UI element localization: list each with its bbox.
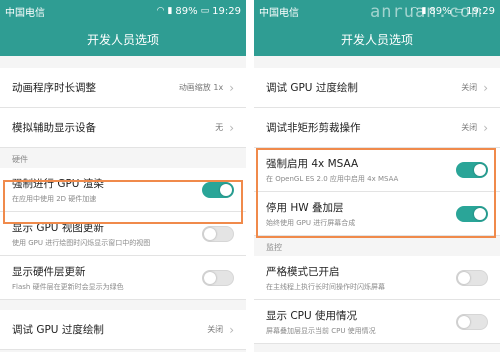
setting-force-4x-msaa[interactable]: 强制启用 4x MSAA 在 OpenGL ES 2.0 应用中启用 4x MS… [254,148,500,192]
setting-subtitle: 在 OpenGL ES 2.0 应用中启用 4x MSAA [266,174,399,183]
setting-force-gpu-rendering[interactable]: 强制进行 GPU 渲染 在应用中使用 2D 硬件加速 [0,168,246,212]
setting-value: 关闭 [207,325,224,334]
toggle-knob [474,207,486,220]
setting-show-gpu-view-updates[interactable]: 显示 GPU 视图更新 使用 GPU 进行绘图时闪烁显示窗口中的视图 [0,212,246,256]
setting-animator-duration[interactable]: 动画程序时长调整 动画缩放 1x › [0,68,246,108]
setting-debug-gpu-overdraw[interactable]: 调试 GPU 过度绘制 关闭 › [254,68,500,108]
toggle-switch[interactable] [456,205,488,222]
settings-list: 调试 GPU 过度绘制 关闭 › 调试非矩形剪裁操作 关闭 › 强制启用 4x … [254,68,500,236]
left-phone-screen: 中国电信 ◠ ▮ 89% ▭ 19:29 开发人员选项 动画程序时长调整 动画缩… [0,0,246,352]
setting-texts: 调试非矩形剪裁操作 [266,120,461,135]
setting-debug-nonrect-clip[interactable]: 调试非矩形剪裁操作 关闭 › [254,108,500,148]
right-phone-screen: 中国电信 ◠ ▮ 89% ▭ 19:29 开发人员选项 调试 GPU 过度绘制 … [254,0,500,352]
setting-value: 无 [215,123,224,132]
site-watermark: anruan.com [370,2,483,22]
setting-title: 动画程序时长调整 [12,82,96,94]
battery-icon: ▭ [200,6,210,16]
chevron-right-icon: › [483,120,488,135]
settings-list: 强制进行 GPU 渲染 在应用中使用 2D 硬件加速 显示 GPU 视图更新 使… [0,168,246,300]
app-bar: 开发人员选项 [254,22,500,56]
toggle-switch[interactable] [456,269,488,286]
page-title: 开发人员选项 [86,32,159,47]
toggle-switch[interactable] [456,161,488,178]
carrier-label: 中国电信 [5,7,45,19]
chevron-right-icon: › [229,80,234,95]
setting-texts: 模拟辅助显示设备 [12,120,215,135]
app-bar: 开发人员选项 [0,22,246,56]
setting-title: 显示硬件层更新 [12,265,86,278]
setting-title: 强制启用 4x MSAA [266,157,359,170]
setting-texts: 调试 GPU 过度绘制 [12,322,207,337]
battery-percent: 89% [175,5,198,17]
setting-texts: 显示 GPU 视图更新 使用 GPU 进行绘图时闪烁显示窗口中的视图 [12,220,202,248]
setting-texts: 动画程序时长调整 [12,80,179,95]
setting-title: 停用 HW 叠加层 [266,201,344,214]
screenshot-composite: 中国电信 ◠ ▮ 89% ▭ 19:29 开发人员选项 动画程序时长调整 动画缩… [0,0,500,352]
setting-strict-mode[interactable]: 严格模式已开启 在主线程上执行长时间操作时闪烁屏幕 [254,256,500,300]
toggle-knob [458,315,470,328]
section-header-hardware: 硬件 [0,148,246,168]
setting-title: 显示 GPU 视图更新 [12,221,104,234]
setting-debug-gpu-overdraw[interactable]: 调试 GPU 过度绘制 关闭 › [0,310,246,350]
page-title: 开发人员选项 [340,32,413,47]
chevron-right-icon: › [229,120,234,135]
setting-texts: 停用 HW 叠加层 始终使用 GPU 进行屏幕合成 [266,200,456,228]
toggle-knob [204,227,216,240]
setting-texts: 调试 GPU 过度绘制 [266,80,461,95]
setting-texts: 显示 CPU 使用情况 屏幕叠加层显示当前 CPU 使用情况 [266,308,456,336]
section-header-monitoring: 监控 [254,236,500,256]
setting-value: 关闭 [461,83,478,92]
setting-texts: 显示硬件层更新 Flash 硬件层在更新时会显示为绿色 [12,264,202,292]
setting-title: 调试 GPU 过度绘制 [12,324,104,336]
chevron-right-icon: › [229,322,234,337]
toggle-switch[interactable] [202,225,234,242]
setting-show-hw-layer-updates[interactable]: 显示硬件层更新 Flash 硬件层在更新时会显示为绿色 [0,256,246,300]
setting-subtitle: 始终使用 GPU 进行屏幕合成 [266,218,356,227]
setting-simulate-display[interactable]: 模拟辅助显示设备 无 › [0,108,246,148]
toggle-switch[interactable] [202,269,234,286]
wifi-icon: ◠ [156,6,165,16]
setting-title: 调试非矩形剪裁操作 [266,122,361,134]
status-bar: 中国电信 ◠ ▮ 89% ▭ 19:29 [0,0,246,22]
setting-subtitle: 在主线程上执行长时间操作时闪烁屏幕 [266,282,385,291]
settings-list: 调试 GPU 过度绘制 关闭 › [0,310,246,350]
signal-icon: ▮ [167,6,173,16]
setting-title: 显示 CPU 使用情况 [266,309,358,322]
spacer [0,56,246,68]
toggle-switch[interactable] [456,313,488,330]
toggle-knob [474,163,486,176]
toggle-knob [458,271,470,284]
spacer [0,300,246,310]
setting-subtitle: 使用 GPU 进行绘图时闪烁显示窗口中的视图 [12,238,151,247]
setting-disable-hw-overlays[interactable]: 停用 HW 叠加层 始终使用 GPU 进行屏幕合成 [254,192,500,236]
setting-title: 强制进行 GPU 渲染 [12,177,104,190]
toggle-switch[interactable] [202,181,234,198]
toggle-knob [220,183,232,196]
setting-value: 动画缩放 1x [178,83,224,92]
spacer [254,56,500,68]
settings-list: 严格模式已开启 在主线程上执行长时间操作时闪烁屏幕 显示 CPU 使用情况 屏幕… [254,256,500,344]
setting-subtitle: 屏幕叠加层显示当前 CPU 使用情况 [266,326,376,335]
setting-show-cpu-usage[interactable]: 显示 CPU 使用情况 屏幕叠加层显示当前 CPU 使用情况 [254,300,500,344]
setting-title: 模拟辅助显示设备 [12,122,96,134]
clock: 19:29 [212,5,241,17]
setting-texts: 严格模式已开启 在主线程上执行长时间操作时闪烁屏幕 [266,264,456,292]
settings-list: 动画程序时长调整 动画缩放 1x › 模拟辅助显示设备 无 › [0,68,246,148]
setting-title: 严格模式已开启 [266,265,340,278]
setting-subtitle: 在应用中使用 2D 硬件加速 [12,194,97,203]
status-icons: ◠ ▮ 89% ▭ 19:29 [157,6,241,17]
setting-texts: 强制进行 GPU 渲染 在应用中使用 2D 硬件加速 [12,176,202,204]
chevron-right-icon: › [483,80,488,95]
setting-subtitle: Flash 硬件层在更新时会显示为绿色 [12,282,124,291]
setting-title: 调试 GPU 过度绘制 [266,82,358,94]
setting-texts: 强制启用 4x MSAA 在 OpenGL ES 2.0 应用中启用 4x MS… [266,156,456,184]
toggle-knob [204,271,216,284]
setting-value: 关闭 [461,123,478,132]
